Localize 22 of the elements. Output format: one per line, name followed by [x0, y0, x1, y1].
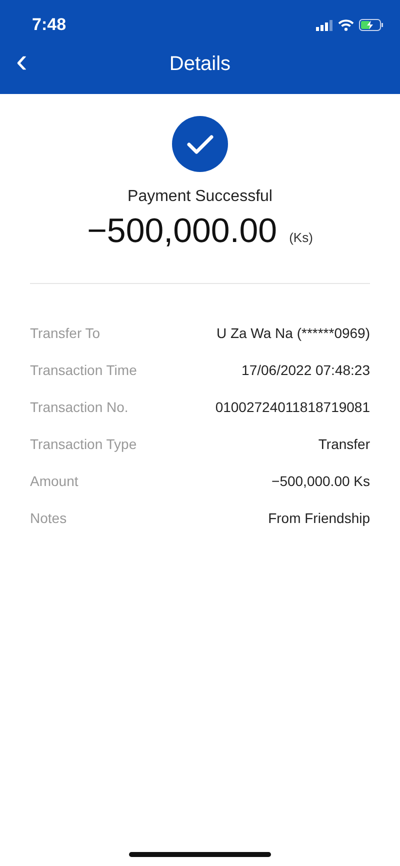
detail-label: Transaction Time	[30, 361, 137, 380]
back-button[interactable]: ‹	[12, 44, 32, 84]
wifi-icon	[338, 19, 354, 31]
detail-value: 01002724011818719081	[215, 398, 370, 417]
detail-value: 17/06/2022 07:48:23	[242, 361, 370, 380]
signal-icon	[316, 20, 333, 30]
detail-label: Amount	[30, 472, 78, 491]
detail-value: −500,000.00 Ks	[272, 472, 370, 491]
page-title: Details	[169, 52, 231, 76]
payment-status: Payment Successful	[128, 188, 272, 206]
detail-label: Notes	[30, 509, 67, 528]
checkmark-icon	[172, 116, 228, 172]
status-time: 7:48	[32, 15, 66, 35]
payment-amount: −500,000.00	[87, 212, 278, 251]
detail-label: Transfer To	[30, 324, 100, 343]
detail-value: From Friendship	[268, 509, 370, 528]
detail-label: Transaction No.	[30, 398, 128, 417]
battery-icon	[359, 19, 384, 31]
detail-value: U Za Wa Na (******0969)	[216, 324, 370, 343]
detail-value: Transfer	[318, 435, 370, 454]
currency-label: (Ks)	[289, 230, 313, 245]
detail-label: Transaction Type	[30, 435, 137, 454]
